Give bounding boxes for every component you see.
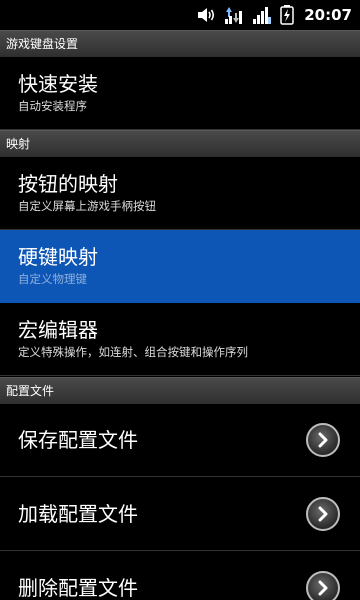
item-summary: 自定义屏幕上游戏手柄按钮 [18, 199, 156, 213]
data-transfer-icon [224, 5, 244, 25]
hard-key-mapping-item[interactable]: 硬键映射 自定义物理键 [0, 230, 360, 303]
chevron-right-icon[interactable] [306, 571, 340, 600]
section-header-mapping: 映射 [0, 130, 360, 157]
item-title: 宏编辑器 [18, 318, 98, 342]
signal-icon [252, 5, 272, 25]
section-header-config-files: 配置文件 [0, 377, 360, 404]
load-config-item[interactable]: 加载配置文件 [0, 478, 360, 551]
macro-editor-item[interactable]: 宏编辑器 定义特殊操作，如连射、组合按键和操作序列 [0, 303, 360, 376]
quick-install-item[interactable]: 快速安装 自动安装程序 [0, 57, 360, 130]
chevron-right-icon[interactable] [306, 423, 340, 457]
item-title: 按钮的映射 [18, 172, 118, 196]
button-mapping-item[interactable]: 按钮的映射 自定义屏幕上游戏手柄按钮 [0, 157, 360, 230]
status-time: 20:07 [304, 6, 352, 24]
section-header-game-keyboard-settings: 游戏键盘设置 [0, 30, 360, 57]
volume-icon [196, 6, 216, 24]
status-bar: 20:07 [0, 0, 360, 30]
item-summary: 定义特殊操作，如连射、组合按键和操作序列 [18, 345, 248, 359]
save-config-item[interactable]: 保存配置文件 [0, 404, 360, 477]
item-title: 硬键映射 [18, 245, 98, 269]
chevron-right-icon[interactable] [306, 497, 340, 531]
item-title: 快速安装 [18, 72, 98, 96]
item-summary: 自定义物理键 [18, 272, 87, 286]
battery-charging-icon [280, 5, 294, 25]
delete-config-item[interactable]: 删除配置文件 [0, 552, 360, 600]
item-summary: 自动安装程序 [18, 99, 87, 113]
